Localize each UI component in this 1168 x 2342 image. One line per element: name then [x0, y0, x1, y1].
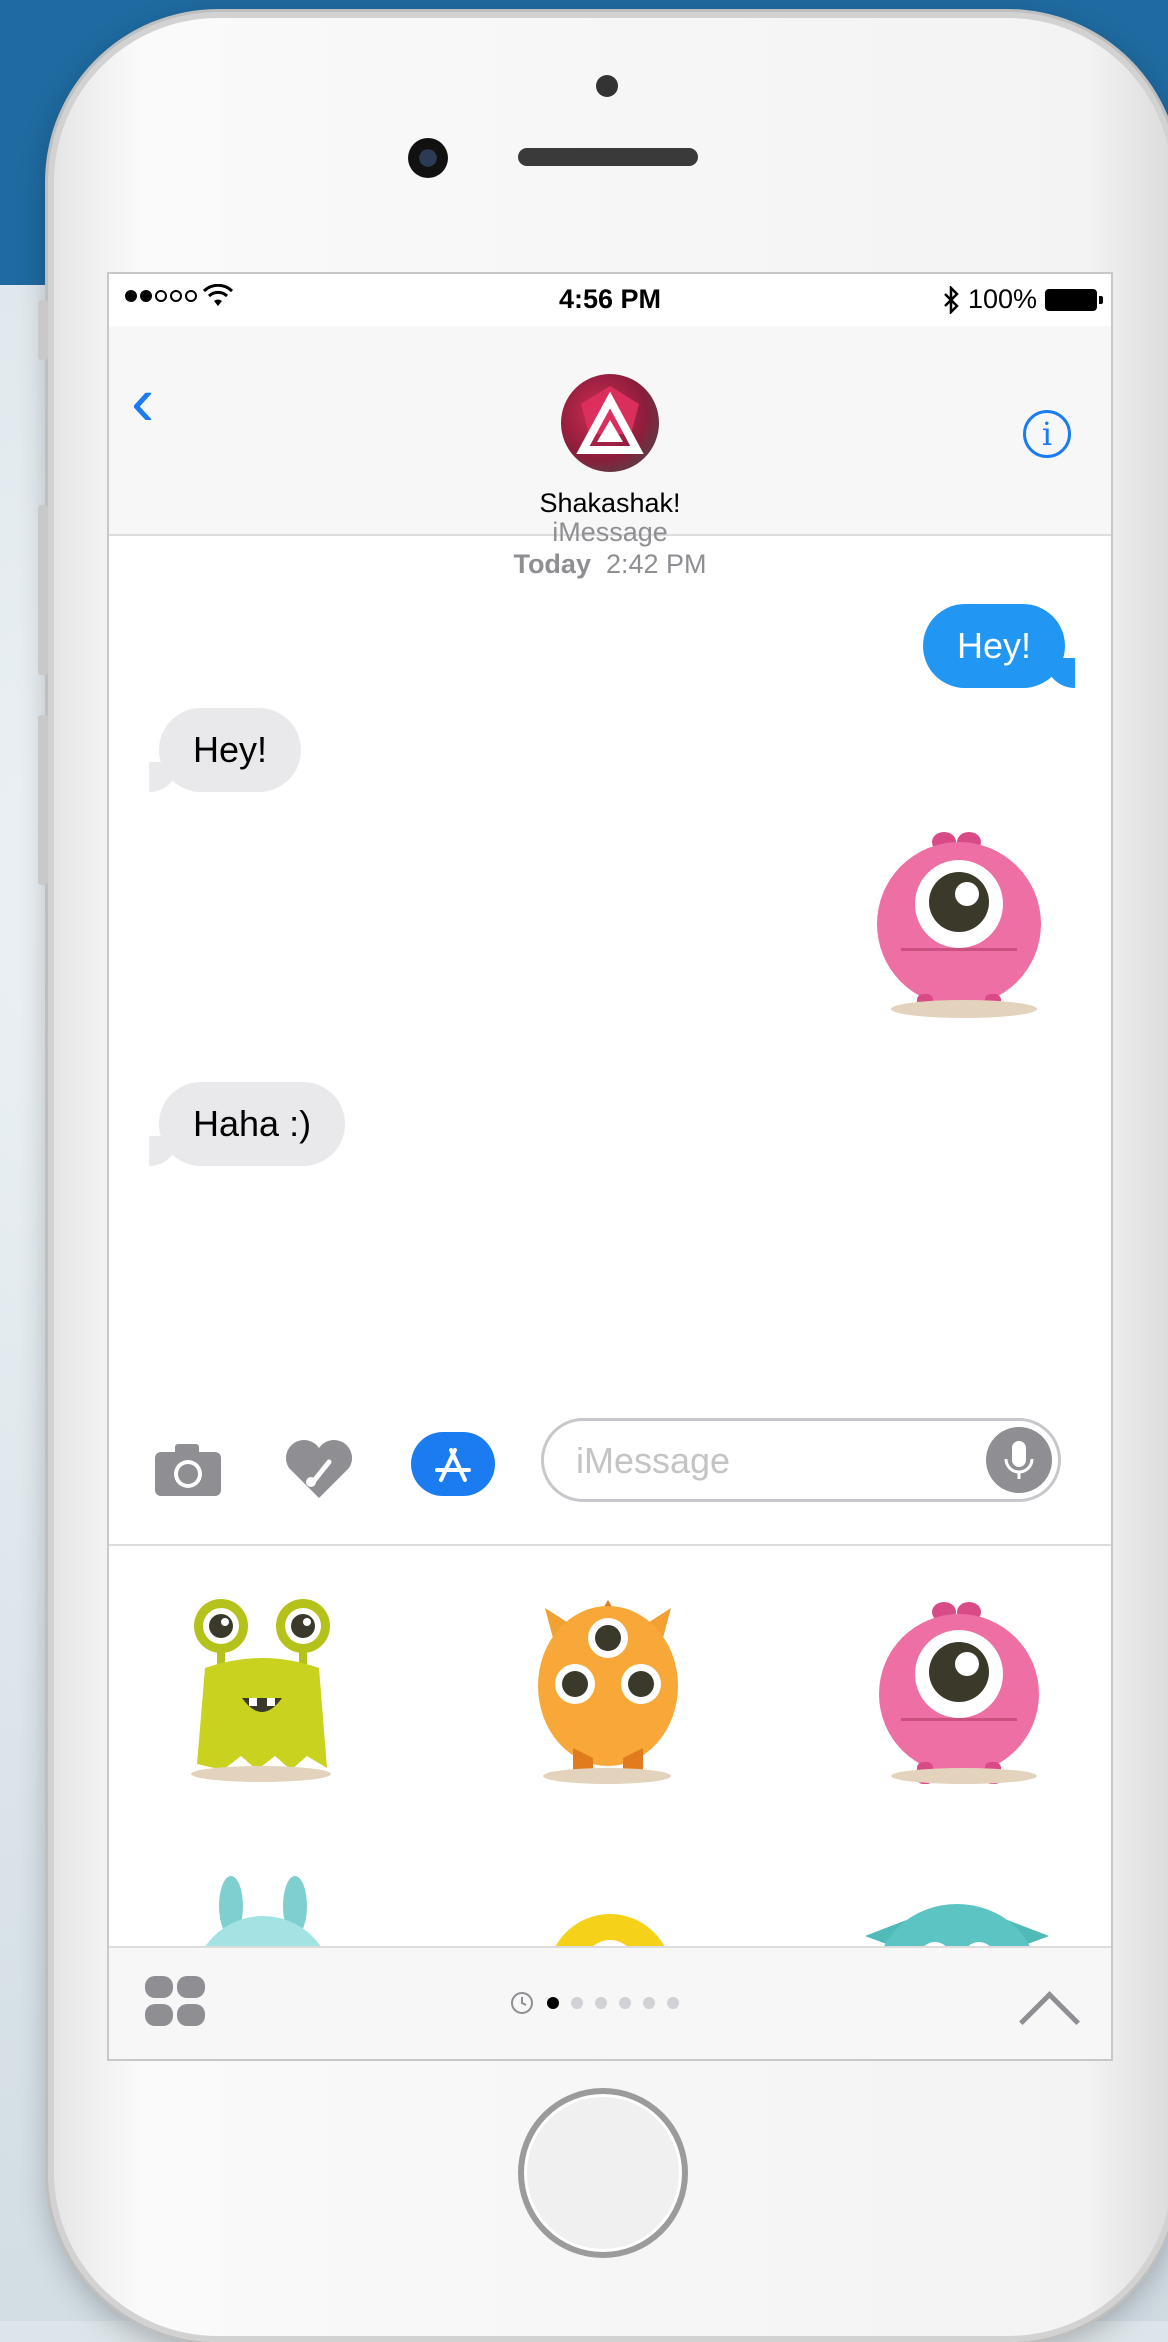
contact-name[interactable]: Shakashak! — [109, 488, 1111, 519]
page-dot[interactable] — [595, 1997, 607, 2009]
teal-bunny-monster-icon — [205, 1876, 321, 1946]
status-right: 100% — [942, 284, 1103, 315]
message-input-container — [541, 1418, 1061, 1502]
service-label: iMessage — [552, 517, 668, 547]
message-bubble-incoming[interactable]: Haha :) — [159, 1082, 346, 1166]
sticker-green-monster[interactable] — [187, 1598, 337, 1798]
message-bubble-outgoing[interactable]: Hey! — [922, 604, 1065, 688]
sticker-orange-monster[interactable] — [533, 1598, 683, 1798]
home-button[interactable] — [518, 2088, 688, 2258]
contact-avatar[interactable] — [561, 374, 659, 472]
sticker-pink-monster[interactable] — [869, 1598, 1049, 1798]
page-indicator — [509, 1990, 679, 2016]
back-chevron-icon[interactable]: ‹ — [131, 366, 154, 436]
page-dot[interactable] — [547, 1997, 559, 2009]
sticker-teal-bunny-monster[interactable] — [183, 1876, 343, 1946]
app-store-icon[interactable] — [411, 1432, 495, 1496]
mute-switch — [38, 300, 48, 360]
page-dot[interactable] — [667, 1997, 679, 2009]
status-bar: 4:56 PM 100% — [109, 274, 1111, 326]
yellow-one-eyed-monster-icon — [555, 1914, 665, 1946]
info-icon[interactable]: i — [1023, 410, 1071, 458]
microphone-icon — [1004, 1441, 1034, 1479]
battery-icon — [1045, 288, 1103, 311]
earpiece-speaker — [518, 148, 698, 166]
app-logo-icon — [576, 386, 644, 454]
phone-screen: 4:56 PM 100% ‹ Shakashak! i iMessage Tod… — [107, 272, 1113, 2061]
page-dot[interactable] — [619, 1997, 631, 2009]
timestamp: Today 2:42 PM — [109, 548, 1111, 580]
proximity-sensor — [596, 75, 618, 97]
front-camera — [408, 138, 448, 178]
teal-fuzzy-monster-icon — [865, 1904, 1049, 1946]
message-bubble-incoming[interactable]: Hey! — [159, 708, 302, 792]
digital-touch-icon[interactable] — [283, 1438, 355, 1500]
app-store-glyph-icon — [435, 1448, 471, 1482]
page-dot[interactable] — [643, 1997, 655, 2009]
page-dot[interactable] — [571, 1997, 583, 2009]
sticker-yellow-monster[interactable] — [545, 1906, 675, 1946]
orange-three-eyed-monster-icon — [538, 1600, 678, 1776]
message-input-bar — [109, 1404, 1111, 1546]
recents-clock-icon[interactable] — [509, 1990, 535, 2016]
bluetooth-icon — [944, 285, 959, 314]
microphone-button[interactable] — [986, 1427, 1052, 1493]
camera-icon[interactable] — [153, 1440, 223, 1498]
sticker-drawer — [109, 1546, 1111, 1946]
volume-up-button — [38, 505, 48, 675]
volume-down-button — [38, 715, 48, 885]
battery-percent: 100% — [967, 284, 1037, 314]
conversation-header: ‹ Shakashak! i — [109, 326, 1111, 536]
timestamp-time: 2:42 PM — [605, 549, 707, 579]
timestamp-day: Today — [513, 549, 591, 579]
message-input[interactable] — [574, 1421, 978, 1501]
pink-one-eyed-monster-icon — [879, 1602, 1039, 1784]
sticker-teal-fuzzy-monster[interactable] — [857, 1896, 1057, 1946]
expand-chevron-up-icon[interactable] — [1019, 1991, 1080, 2052]
drawer-bottom-bar — [109, 1946, 1111, 2059]
pink-monster-sticker[interactable] — [869, 824, 1049, 1024]
pink-one-eyed-monster-icon — [877, 832, 1041, 1016]
app-drawer-grid-icon[interactable] — [145, 1976, 207, 2028]
conversation-meta: iMessage Today 2:42 PM — [109, 516, 1111, 580]
green-monster-icon — [194, 1599, 330, 1770]
